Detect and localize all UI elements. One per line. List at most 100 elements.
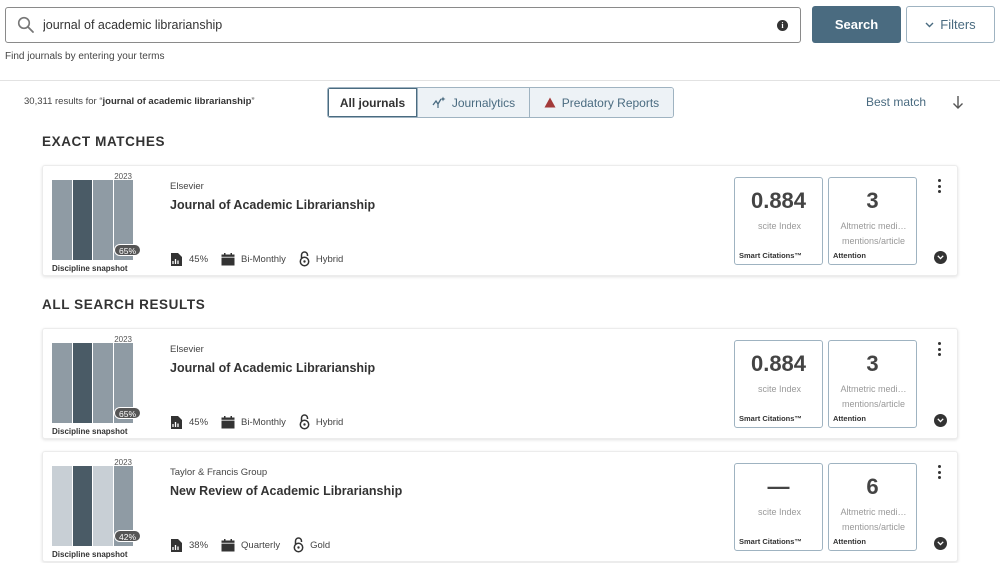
frequency-stat: Bi-Monthly bbox=[221, 415, 286, 429]
warning-triangle-icon bbox=[544, 97, 556, 108]
open-lock-icon bbox=[293, 537, 304, 553]
snapshot-percent-badge: 42% bbox=[113, 530, 141, 542]
calendar-icon bbox=[221, 252, 235, 265]
altmetric-box[interactable]: 3 Altmetric medi… mentions/article Attent… bbox=[828, 340, 917, 428]
altmetric-box[interactable]: 3 Altmetric medi… mentions/article Attent… bbox=[828, 177, 917, 265]
sort-direction-icon[interactable] bbox=[952, 94, 964, 110]
publisher-name: Taylor & Francis Group bbox=[170, 467, 268, 478]
journal-tabs: All journals Journalytics Predatory Repo… bbox=[327, 87, 674, 118]
altmetric-label-line2: mentions/article bbox=[841, 236, 906, 246]
journal-card[interactable]: 2023 65% Discipline snapshot Elsevier Jo… bbox=[42, 165, 958, 276]
smart-citations-label: Smart Citations™ bbox=[739, 251, 802, 260]
snapshot-label: Discipline snapshot bbox=[52, 264, 128, 273]
publication-frequency: Bi-Monthly bbox=[241, 253, 286, 265]
search-box[interactable]: i bbox=[5, 7, 801, 43]
info-icon[interactable]: i bbox=[777, 20, 788, 31]
expand-chevron-icon[interactable] bbox=[934, 414, 947, 427]
journal-meta: 45% Bi-Monthly Hybrid bbox=[170, 251, 356, 267]
document-chart-icon bbox=[171, 252, 182, 266]
scite-index-box[interactable]: — scite Index Smart Citations™ bbox=[734, 463, 823, 551]
search-header: i Search Filters Find journals by enteri… bbox=[0, 0, 1000, 81]
tab-journalytics[interactable]: Journalytics bbox=[417, 88, 529, 117]
expand-chevron-icon[interactable] bbox=[934, 537, 947, 550]
frequency-stat: Quarterly bbox=[221, 538, 281, 552]
more-options-icon[interactable] bbox=[936, 342, 942, 356]
altmetric-label: Altmetric medi… mentions/article bbox=[833, 505, 914, 535]
journal-title[interactable]: New Review of Academic Librarianship bbox=[170, 484, 402, 498]
search-icon bbox=[17, 16, 34, 33]
altmetric-box[interactable]: 6 Altmetric medi… mentions/article Attent… bbox=[828, 463, 917, 551]
snapshot-percent-badge: 65% bbox=[113, 244, 141, 256]
snapshot-bar bbox=[52, 466, 72, 546]
open-lock-icon bbox=[299, 251, 310, 267]
access-type: Hybrid bbox=[315, 253, 344, 265]
scite-index-box[interactable]: 0.884 scite Index Smart Citations™ bbox=[734, 340, 823, 428]
snapshot-year: 2023 bbox=[114, 172, 132, 181]
tab-label: Journalytics bbox=[451, 95, 516, 110]
more-options-icon[interactable] bbox=[936, 179, 942, 193]
open-access-stat: 38% bbox=[170, 538, 208, 553]
scite-index-box[interactable]: 0.884 scite Index Smart Citations™ bbox=[734, 177, 823, 265]
search-button[interactable]: Search bbox=[812, 6, 901, 43]
expand-chevron-icon[interactable] bbox=[934, 251, 947, 264]
tab-predatory-reports[interactable]: Predatory Reports bbox=[529, 88, 673, 117]
journal-title[interactable]: Journal of Academic Librarianship bbox=[170, 198, 375, 212]
journal-card[interactable]: 2023 65% Discipline snapshot Elsevier Jo… bbox=[42, 328, 958, 439]
tab-label: Predatory Reports bbox=[561, 95, 660, 110]
access-model: Gold bbox=[293, 537, 330, 553]
snapshot-bar bbox=[72, 343, 92, 423]
snapshot-label: Discipline snapshot bbox=[52, 550, 128, 559]
scite-index-label: scite Index bbox=[757, 221, 802, 231]
tab-all-journals[interactable]: All journals bbox=[328, 88, 417, 117]
open-lock-icon bbox=[299, 414, 310, 430]
smart-citations-label: Smart Citations™ bbox=[739, 537, 802, 546]
journal-title[interactable]: Journal of Academic Librarianship bbox=[170, 361, 375, 375]
scite-index-label: scite Index bbox=[757, 384, 802, 394]
altmetric-label-line1: Altmetric medi… bbox=[840, 507, 907, 517]
result-count: 30,311 results for “journal of academic … bbox=[24, 96, 255, 107]
scite-index-value: 0.884 bbox=[750, 188, 807, 213]
open-access-percent: 38% bbox=[189, 539, 209, 551]
open-access-percent: 45% bbox=[189, 253, 209, 265]
access-type: Gold bbox=[310, 539, 331, 551]
altmetric-label-line2: mentions/article bbox=[841, 399, 906, 409]
discipline-snapshot[interactable]: 2023 65% Discipline snapshot bbox=[52, 335, 141, 436]
result-count-prefix: results for “ bbox=[52, 96, 103, 107]
discipline-snapshot[interactable]: 2023 42% Discipline snapshot bbox=[52, 458, 141, 559]
tab-label: All journals bbox=[339, 95, 406, 110]
scite-index-value: 0.884 bbox=[750, 351, 807, 376]
publication-frequency: Quarterly bbox=[241, 539, 281, 551]
snapshot-year: 2023 bbox=[114, 458, 132, 467]
section-exact-matches: EXACT MATCHES bbox=[42, 134, 166, 149]
altmetric-label: Altmetric medi… mentions/article bbox=[833, 219, 914, 249]
section-all-results: ALL SEARCH RESULTS bbox=[42, 297, 206, 312]
snapshot-year: 2023 bbox=[114, 335, 132, 344]
filters-label: Filters bbox=[940, 17, 976, 32]
snapshot-bar bbox=[72, 180, 92, 260]
open-access-stat: 45% bbox=[170, 252, 208, 267]
journal-card[interactable]: 2023 42% Discipline snapshot Taylor & Fr… bbox=[42, 451, 958, 562]
open-access-stat: 45% bbox=[170, 415, 208, 430]
snapshot-bar bbox=[93, 343, 113, 423]
document-chart-icon bbox=[171, 415, 182, 429]
attention-label: Attention bbox=[833, 251, 866, 260]
discipline-snapshot[interactable]: 2023 65% Discipline snapshot bbox=[52, 172, 141, 273]
snapshot-label: Discipline snapshot bbox=[52, 427, 128, 436]
snapshot-percent-badge: 65% bbox=[113, 407, 141, 419]
open-access-percent: 45% bbox=[189, 416, 209, 428]
calendar-icon bbox=[221, 538, 235, 551]
sort-dropdown[interactable]: Best match bbox=[866, 95, 926, 109]
search-input[interactable] bbox=[43, 15, 763, 35]
altmetric-value: 3 bbox=[866, 351, 879, 376]
access-type: Hybrid bbox=[315, 416, 344, 428]
altmetric-label: Altmetric medi… mentions/article bbox=[833, 382, 914, 412]
snapshot-bar bbox=[52, 180, 72, 260]
snapshot-bar bbox=[93, 466, 113, 546]
chevron-down-icon bbox=[925, 22, 934, 27]
snapshot-bar bbox=[72, 466, 92, 546]
calendar-icon bbox=[221, 415, 235, 428]
filters-button[interactable]: Filters bbox=[906, 6, 995, 43]
result-count-number: 30,311 bbox=[24, 96, 53, 107]
result-count-suffix: ” bbox=[251, 96, 255, 107]
more-options-icon[interactable] bbox=[936, 465, 942, 479]
